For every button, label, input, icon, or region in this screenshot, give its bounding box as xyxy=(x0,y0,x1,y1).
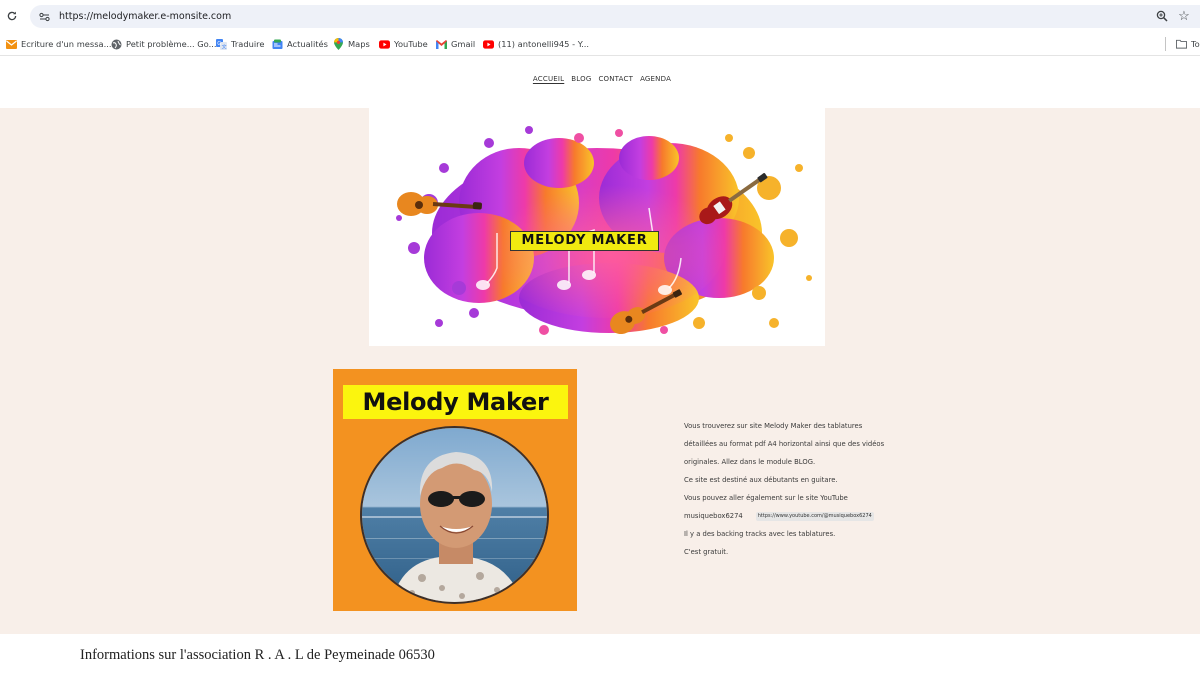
profile-card: Melody Maker xyxy=(333,369,577,611)
bookmark-label: Petit problème... Go... xyxy=(126,39,217,49)
nav-item-accueil[interactable]: ACCUEIL xyxy=(533,57,564,108)
bookmark-item[interactable]: Ecriture d'un messa... xyxy=(6,36,112,52)
paint-splash-artwork xyxy=(369,108,825,346)
association-info-heading: Informations sur l'association R . A . L… xyxy=(80,647,435,663)
bookmarks-separator xyxy=(1165,37,1166,51)
intro-line: originales. Allez dans le module BLOG. xyxy=(684,458,816,466)
nav-item-blog[interactable]: BLOG xyxy=(571,57,591,108)
bookmark-item[interactable]: Petit problème... Go... xyxy=(111,36,217,52)
intro-line: Ce site est destiné aux débutants en gui… xyxy=(684,476,838,484)
bookmarks-bar: Ecriture d'un messa... Petit problème...… xyxy=(0,32,1200,56)
globe-icon xyxy=(111,39,122,50)
intro-line: C'est gratuit. xyxy=(684,548,729,556)
browser-toolbar: https://melodymaker.e-monsite.com ☆ xyxy=(0,0,1200,32)
gmail-icon xyxy=(436,39,447,50)
avatar xyxy=(360,426,549,604)
bookmark-label: Maps xyxy=(348,39,370,49)
nav-item-contact[interactable]: CONTACT xyxy=(598,57,633,108)
bookmark-label: Ecriture d'un messa... xyxy=(21,39,112,49)
intro-line: Il y a des backing tracks avec les tabla… xyxy=(684,530,836,538)
site-settings-icon[interactable] xyxy=(37,10,51,24)
bookmark-label: Traduire xyxy=(231,39,265,49)
nav-item-agenda[interactable]: AGENDA xyxy=(640,57,671,108)
other-bookmarks[interactable]: To xyxy=(1176,36,1200,52)
svg-text:文: 文 xyxy=(222,43,227,50)
bookmark-star-icon[interactable]: ☆ xyxy=(1177,8,1191,24)
intro-line: Vous trouverez sur site Melody Maker des… xyxy=(684,422,863,430)
bookmark-item[interactable]: Actualités xyxy=(272,36,328,52)
address-bar[interactable]: https://melodymaker.e-monsite.com ☆ xyxy=(30,5,1200,28)
other-bookmarks-label: To xyxy=(1191,39,1200,49)
bookmark-item[interactable]: (11) antonelli945 - Y... xyxy=(483,36,589,52)
youtube-icon xyxy=(379,39,390,50)
news-icon xyxy=(272,39,283,50)
youtube-icon xyxy=(483,39,494,50)
bookmark-item[interactable]: Maps xyxy=(333,36,370,52)
reload-icon[interactable] xyxy=(4,8,20,24)
bookmark-label: Gmail xyxy=(451,39,476,49)
youtube-channel-link[interactable]: https://www.youtube.com/@musiquebox6274 xyxy=(755,512,874,521)
intro-text: Vous trouverez sur site Melody Maker des… xyxy=(684,417,914,561)
bookmark-label: (11) antonelli945 - Y... xyxy=(498,39,590,49)
bookmark-item[interactable]: Gmail xyxy=(436,36,475,52)
intro-line: Vous pouvez aller également sur le site … xyxy=(684,494,848,502)
intro-line-youtube: musiquebox6274 https://www.youtube.com/@m… xyxy=(684,507,914,525)
translate-icon: G文 xyxy=(216,38,227,50)
bookmark-item[interactable]: G文 Traduire xyxy=(216,36,265,52)
zoom-icon[interactable] xyxy=(1155,9,1169,23)
intro-line: détaillées au format pdf A4 horizontal a… xyxy=(684,440,885,448)
youtube-channel-name: musiquebox6274 xyxy=(684,512,743,520)
bookmark-label: Actualités xyxy=(287,39,328,49)
main-nav: ACCUEIL BLOG CONTACT AGENDA xyxy=(0,57,1200,108)
profile-title: Melody Maker xyxy=(343,385,568,419)
portrait-photo xyxy=(362,428,547,602)
banner-title: MELODY MAKER xyxy=(510,231,659,251)
main-content: MELODY MAKER Melody Maker Vous trouverez… xyxy=(0,108,1200,634)
bookmark-label: YouTube xyxy=(394,39,428,49)
maps-pin-icon xyxy=(333,38,344,50)
url-text[interactable]: https://melodymaker.e-monsite.com xyxy=(59,11,231,22)
bookmark-item[interactable]: YouTube xyxy=(379,36,428,52)
folder-icon xyxy=(1176,39,1187,50)
site-header: ACCUEIL BLOG CONTACT AGENDA xyxy=(0,57,1200,108)
mail-icon xyxy=(6,39,17,50)
header-banner-image: MELODY MAKER xyxy=(369,108,825,346)
